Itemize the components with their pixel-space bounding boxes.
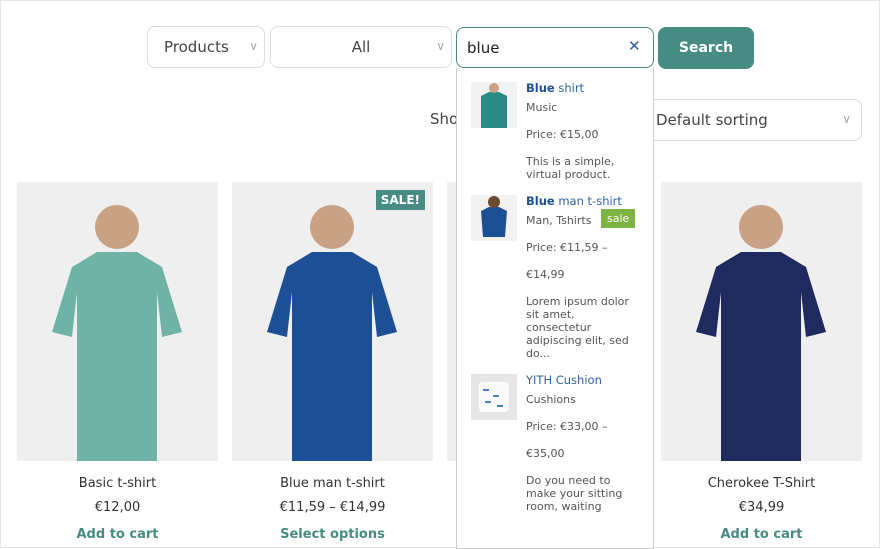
result-title-rest: shirt — [554, 81, 585, 95]
result-description: Lorem ipsum dolor sit amet, consectetur … — [526, 295, 629, 360]
product-name[interactable]: Blue man t-shirt — [232, 476, 433, 491]
search-results-dropdown: Blue shirt Music Price: €15,00 This is a… — [456, 68, 654, 549]
subcategory-select[interactable]: All ∨ — [270, 26, 452, 68]
chevron-down-icon: ∨ — [842, 112, 851, 126]
product-image[interactable] — [17, 182, 218, 461]
result-description: This is a simple, virtual product. — [526, 155, 615, 181]
result-title-rest: man t-shirt — [554, 194, 622, 208]
product-card: SALE! Blue man t-shirt €11,59 – €14,99 S… — [232, 182, 433, 542]
category-select[interactable]: Products ∨ — [147, 26, 265, 68]
search-button[interactable]: Search — [658, 27, 754, 69]
product-action-button[interactable]: Select options — [232, 527, 433, 542]
result-title[interactable]: YITH Cushion — [526, 374, 636, 387]
result-title[interactable]: Blue shirt — [526, 82, 636, 95]
product-card: Cherokee T-Shirt €34,99 Add to cart — [661, 182, 862, 542]
sorting-select[interactable]: Default sorting ∨ — [641, 99, 862, 141]
sale-badge: SALE! — [375, 190, 425, 210]
result-price: Price: €15,00 — [526, 128, 599, 141]
result-category: Music — [526, 101, 558, 114]
sale-tag: sale — [601, 209, 636, 228]
product-price: €11,59 – €14,99 — [279, 500, 386, 515]
result-price: Price: €33,00 – — [526, 420, 608, 433]
search-result-item[interactable]: Blue man t-shirt Man, Tshirts Price: €11… — [457, 181, 653, 360]
search-input[interactable] — [456, 27, 654, 68]
result-title-match: Blue — [526, 81, 555, 95]
close-icon[interactable]: ✕ — [628, 37, 641, 55]
result-title[interactable]: Blue man t-shirt — [526, 195, 636, 208]
result-description: Do you need to make your sitting room, w… — [526, 474, 623, 513]
result-category: Cushions — [526, 393, 576, 406]
show-label: Sho — [430, 110, 459, 128]
result-thumbnail — [471, 195, 517, 241]
search-result-item[interactable]: Blue shirt Music Price: €15,00 This is a… — [457, 68, 653, 181]
product-image[interactable]: SALE! — [232, 182, 433, 461]
product-image[interactable] — [661, 182, 862, 461]
search-result-item[interactable]: YITH Cushion Cushions Price: €33,00 – €3… — [457, 360, 653, 513]
result-price: Price: €11,59 – — [526, 241, 608, 254]
result-price-max: €14,99 — [526, 268, 565, 281]
product-action-button[interactable]: Add to cart — [661, 527, 862, 542]
result-title-match: Blue — [526, 194, 555, 208]
result-price-max: €35,00 — [526, 447, 565, 460]
result-thumbnail — [471, 374, 517, 420]
product-name[interactable]: Basic t-shirt — [17, 476, 218, 491]
product-price: €12,00 — [94, 500, 141, 515]
chevron-down-icon: ∨ — [249, 39, 258, 53]
product-price: €34,99 — [738, 500, 785, 515]
product-card: Basic t-shirt €12,00 Add to cart — [17, 182, 218, 542]
result-thumbnail — [471, 82, 517, 128]
product-action-button[interactable]: Add to cart — [17, 527, 218, 542]
category-value: Products — [164, 38, 229, 56]
sorting-value: Default sorting — [656, 111, 768, 129]
product-name[interactable]: Cherokee T-Shirt — [661, 476, 862, 491]
subcategory-value: All — [351, 38, 371, 56]
result-title-rest: YITH Cushion — [526, 373, 602, 387]
chevron-down-icon: ∨ — [436, 39, 445, 53]
